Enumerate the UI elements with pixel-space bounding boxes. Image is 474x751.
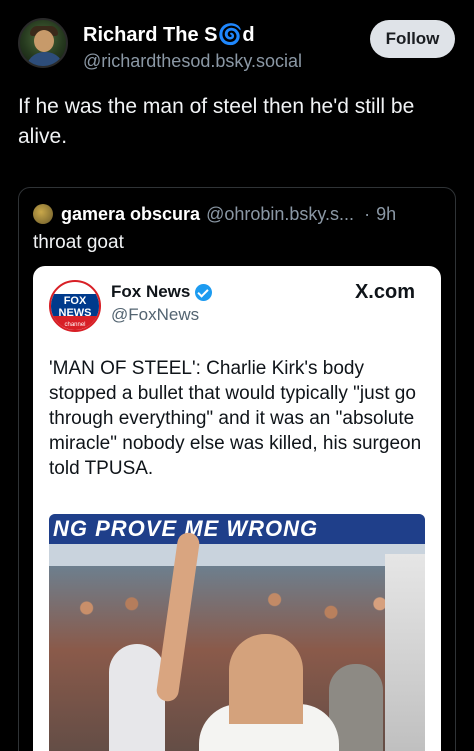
embed-post-text: 'MAN OF STEEL': Charlie Kirk's body stop… [49,358,422,479]
news-photo: NG PROVE ME WRONG [49,514,425,751]
photo-banner: NG PROVE ME WRONG [49,514,425,544]
post-header: Richard The S🌀d @richardthesod.bsky.soci… [18,16,458,72]
photo-flag [385,554,425,751]
quoted-author-name[interactable]: gamera obscura [61,204,200,225]
verified-badge-icon [195,283,213,301]
embedded-screenshot[interactable]: FOX NEWS channel Fox News @FoxNews X.com… [33,266,441,751]
author-avatar[interactable] [18,18,68,68]
fox-news-logo: FOX NEWS channel [49,280,101,332]
avatar-shirt [26,52,64,66]
quoted-post-time: 9h [376,203,397,224]
photo-main-person [229,634,303,724]
post-text: If he was the man of steel then he'd sti… [18,95,415,148]
logo-channel-text: channel [64,322,86,328]
photo-person-left [109,644,165,751]
quoted-post-header: gamera obscura @ohrobin.bsky.s... · 9h [33,202,396,226]
author-handle[interactable]: @richardthesod.bsky.social [83,51,302,72]
x-com-label: X.com [354,281,415,303]
quoted-post-card[interactable]: gamera obscura @ohrobin.bsky.s... · 9h t… [18,187,456,751]
quoted-post-text: throat goat [33,232,124,253]
quoted-author-avatar[interactable] [33,204,53,224]
photo-banner-lower [49,544,425,566]
author-display-name[interactable]: Richard The S🌀d [83,22,255,47]
avatar-face [34,30,54,52]
quoted-author-handle[interactable]: @ohrobin.bsky.s... [206,204,354,225]
embed-account-name: Fox News [111,282,213,302]
separator-dot: · [364,203,371,224]
embed-account-handle: @FoxNews [111,305,200,324]
embed-name-text: Fox News [111,282,191,301]
follow-button[interactable]: Follow [370,20,455,58]
